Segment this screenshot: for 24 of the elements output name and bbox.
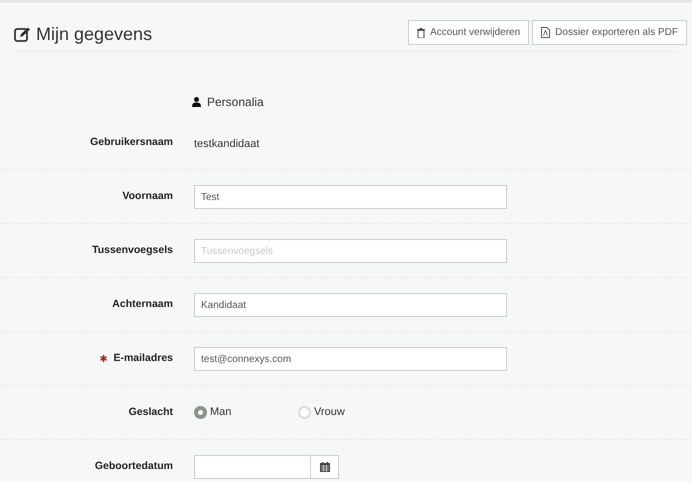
field-label: Achternaam xyxy=(112,296,173,312)
export-pdf-button[interactable]: Dossier exporteren als PDF xyxy=(532,20,687,45)
radio-option[interactable]: Man xyxy=(194,404,298,421)
input-field[interactable]: test@connexys.com xyxy=(194,347,507,372)
section-title: Personalia xyxy=(207,94,264,111)
input-field[interactable]: Test xyxy=(194,185,507,210)
calendar-button[interactable] xyxy=(311,455,339,479)
field-label: Geboortedatum xyxy=(94,459,173,474)
date-field[interactable] xyxy=(194,455,339,479)
field-label: Gebruikersnaam xyxy=(90,134,173,150)
radio-option[interactable]: Vrouw xyxy=(298,404,402,421)
calendar-icon xyxy=(320,462,330,472)
input-field[interactable]: Kandidaat xyxy=(194,293,507,318)
field-label: Tussenvoegsels xyxy=(92,242,173,258)
field-label: Voornaam xyxy=(122,188,173,204)
field-label: Geslacht xyxy=(128,404,173,420)
delete-account-button[interactable]: Account verwijderen xyxy=(408,20,530,45)
page-title: Mijn gegevens xyxy=(36,23,152,46)
edit-icon xyxy=(14,27,31,42)
username-value: testkandidaat xyxy=(194,138,260,150)
file-icon xyxy=(541,27,550,38)
field-label: E-mailadres xyxy=(113,350,173,366)
trash-icon xyxy=(417,28,426,38)
user-icon xyxy=(192,97,201,107)
